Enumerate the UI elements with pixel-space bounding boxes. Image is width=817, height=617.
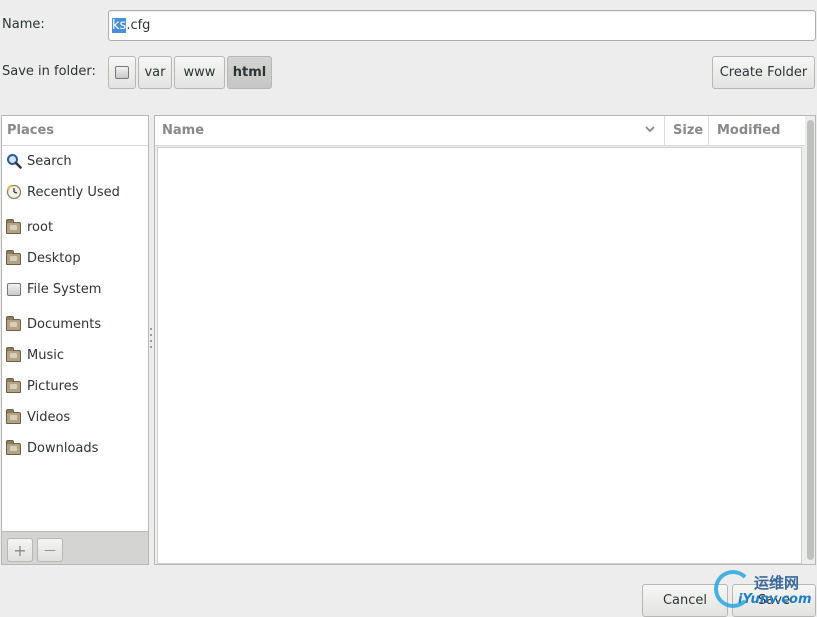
place-label: Music — [27, 347, 64, 363]
place-search[interactable]: Search — [2, 149, 148, 173]
file-list-scrollbar[interactable] — [806, 116, 815, 564]
place-root[interactable]: root — [2, 215, 148, 239]
drive-icon — [115, 66, 129, 79]
create-folder-button[interactable]: Create Folder — [712, 56, 815, 89]
name-label: Name: — [2, 17, 45, 32]
clock-icon — [5, 184, 22, 200]
pane-splitter-handle[interactable] — [149, 328, 153, 352]
home-folder-icon — [5, 219, 22, 235]
place-label: Recently Used — [27, 184, 120, 200]
crumb-www-button[interactable]: www — [174, 56, 225, 89]
file-list-header: Name Size Modified — [155, 116, 805, 146]
videos-folder-icon — [5, 409, 22, 425]
place-label: Downloads — [27, 440, 99, 456]
place-videos[interactable]: Videos — [2, 405, 148, 429]
remove-bookmark-button[interactable]: — — [37, 538, 63, 562]
column-header-name[interactable]: Name — [155, 116, 665, 146]
search-icon — [5, 153, 22, 169]
place-label: Documents — [27, 316, 102, 332]
place-label: Videos — [27, 409, 71, 425]
column-header-size[interactable]: Size — [666, 116, 709, 146]
save-in-folder-label: Save in folder: — [2, 64, 96, 79]
file-list-pane: Name Size Modified — [154, 115, 816, 565]
watermark-cn-text: 运维网 — [754, 574, 800, 592]
sort-descending-icon — [644, 123, 656, 138]
downloads-folder-icon — [5, 440, 22, 456]
column-header-modified[interactable]: Modified — [710, 116, 805, 146]
filename-input[interactable]: ks .cfg — [108, 10, 816, 41]
filename-selected-text: ks — [112, 18, 127, 33]
watermark-en-text: iYunv.com — [738, 592, 812, 607]
watermark-logo: 运维网 iYunv.com — [712, 568, 817, 615]
add-bookmark-button[interactable]: + — [7, 538, 33, 562]
documents-folder-icon — [5, 316, 22, 332]
drive-icon — [5, 281, 22, 297]
desktop-folder-icon — [5, 250, 22, 266]
crumb-var-button[interactable]: var — [138, 56, 172, 89]
place-downloads[interactable]: Downloads — [2, 436, 148, 460]
crumb-root-button[interactable] — [108, 56, 136, 89]
places-pane: Places Search Recently Used root Desktop… — [1, 115, 149, 565]
place-label: File System — [27, 281, 102, 297]
place-label: root — [27, 219, 54, 235]
places-toolbar: + — — [2, 531, 148, 564]
place-music[interactable]: Music — [2, 343, 148, 367]
place-recently-used[interactable]: Recently Used — [2, 180, 148, 204]
place-pictures[interactable]: Pictures — [2, 374, 148, 398]
file-list-body[interactable] — [157, 147, 802, 564]
filename-rest-text: .cfg — [126, 18, 151, 33]
place-documents[interactable]: Documents — [2, 312, 148, 336]
place-file-system[interactable]: File System — [2, 277, 148, 301]
place-desktop[interactable]: Desktop — [2, 246, 148, 270]
crumb-html-button[interactable]: html — [227, 56, 272, 89]
place-label: Desktop — [27, 250, 81, 266]
place-label: Pictures — [27, 378, 79, 394]
scrollbar-thumb[interactable] — [807, 120, 814, 560]
music-folder-icon — [5, 347, 22, 363]
places-header: Places — [2, 116, 148, 146]
pictures-folder-icon — [5, 378, 22, 394]
place-label: Search — [27, 153, 72, 169]
